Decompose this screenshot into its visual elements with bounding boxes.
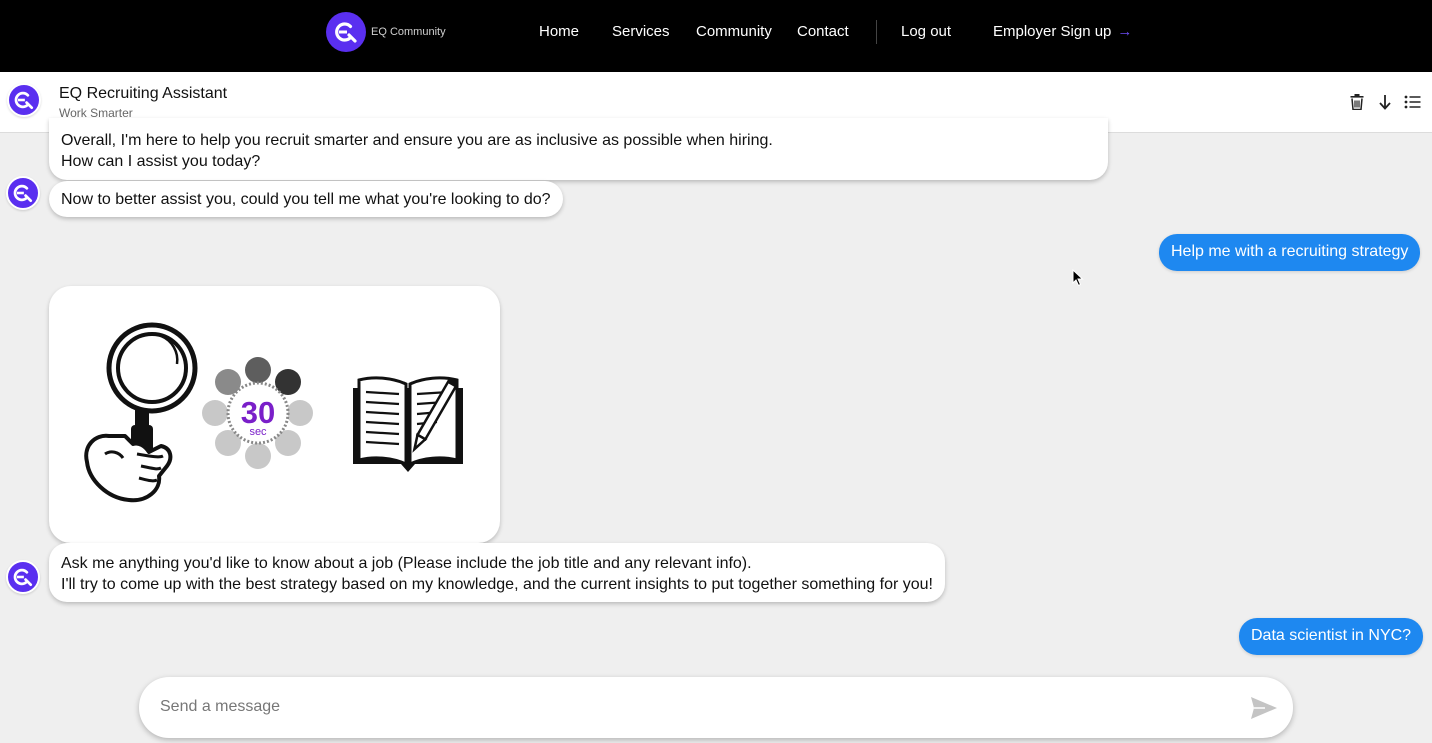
eq-logo-icon — [326, 12, 366, 52]
employer-signup-link[interactable]: Employer Sign up → — [993, 22, 1132, 42]
open-book-icon — [353, 376, 463, 472]
eq-logo-icon — [13, 568, 33, 587]
message-line: Now to better assist you, could you tell… — [61, 191, 551, 208]
magnifier-hand-icon — [84, 322, 198, 503]
nav-community-link[interactable]: Community — [696, 22, 772, 42]
search-timer-book-illustration: 30 sec — [49, 286, 500, 543]
arrow-right-icon: → — [1117, 23, 1133, 40]
list-icon[interactable] — [1403, 92, 1421, 112]
nav-home-link[interactable]: Home — [539, 22, 579, 42]
message-composer — [139, 677, 1293, 738]
bot-message-bubble: Now to better assist you, could you tell… — [49, 181, 563, 217]
brand-logo[interactable]: EQ Community — [326, 12, 446, 52]
bot-message-bubble: Ask me anything you'd like to know about… — [49, 543, 945, 602]
message-line: How can I assist you today? — [61, 153, 261, 170]
timer-icon: 30 sec — [202, 357, 313, 469]
arrow-down-icon[interactable] — [1376, 92, 1394, 112]
message-line: I'll try to come up with the best strate… — [61, 576, 933, 593]
mouse-cursor-icon — [1072, 268, 1084, 292]
top-navbar: EQ Community Home Services Community Con… — [0, 0, 1432, 72]
assistant-avatar — [7, 83, 41, 117]
timer-unit: sec — [249, 426, 267, 438]
user-message-bubble: Data scientist in NYC? — [1239, 618, 1424, 655]
assistant-avatar — [6, 560, 40, 594]
trash-icon[interactable] — [1348, 92, 1366, 112]
eq-logo-icon — [14, 91, 34, 110]
brand-name: EQ Community — [371, 26, 446, 38]
bot-message-bubble: Overall, I'm here to help you recruit sm… — [49, 118, 1108, 180]
message-input[interactable] — [160, 695, 1240, 719]
chat-title: EQ Recruiting Assistant — [59, 85, 228, 102]
message-line: Ask me anything you'd like to know about… — [61, 555, 752, 572]
eq-logo-icon — [13, 184, 33, 203]
assistant-avatar — [6, 176, 40, 210]
nav-logout-link[interactable]: Log out — [901, 22, 951, 42]
nav-services-link[interactable]: Services — [612, 22, 670, 42]
timer-number: 30 — [241, 395, 275, 430]
message-line: Overall, I'm here to help you recruit sm… — [61, 132, 773, 149]
nav-divider — [876, 20, 877, 44]
employer-signup-label: Employer Sign up — [993, 23, 1112, 40]
user-message-bubble: Help me with a recruiting strategy — [1159, 234, 1421, 271]
send-icon[interactable] — [1249, 695, 1279, 721]
nav-contact-link[interactable]: Contact — [797, 22, 849, 42]
